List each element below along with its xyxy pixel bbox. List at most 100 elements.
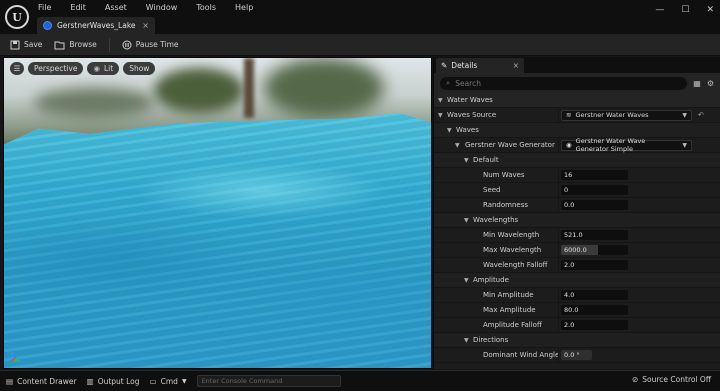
waves-source-dropdown[interactable]: ≋ Gerstner Water Waves ▼ — [561, 109, 692, 121]
pause-icon — [122, 40, 132, 49]
column-divider — [558, 198, 559, 213]
collapse-arrow-icon[interactable]: ▼ — [438, 97, 443, 104]
property-label: Wavelength Falloff — [483, 261, 548, 269]
randomness-input[interactable]: 0.0 — [561, 200, 628, 210]
browse-button[interactable]: Browse — [54, 40, 97, 50]
perspective-button[interactable]: Perspective — [28, 62, 84, 75]
seed-input[interactable]: 0 — [561, 185, 628, 195]
close-tab-icon[interactable]: × — [142, 21, 155, 30]
unreal-logo-icon[interactable]: U — [5, 5, 29, 29]
collapse-arrow-icon[interactable]: ▼ — [455, 142, 460, 149]
menu-edit[interactable]: Edit — [70, 2, 92, 14]
column-divider — [558, 138, 559, 153]
close-details-icon[interactable]: × — [513, 61, 519, 70]
wave-generator-dropdown[interactable]: ◉ Gerstner Water Wave Generator Simple ▼ — [561, 137, 692, 153]
property-row: Dominant Wind Angle 0.0 ° — [434, 348, 720, 363]
level-viewport[interactable]: ☰ Perspective ◉ Lit Show — [3, 57, 432, 369]
title-bar: U File Edit Asset Window Tools Help Gers… — [0, 0, 720, 34]
source-control-button[interactable]: ⊘ Source Control Off — [632, 375, 711, 384]
category-waves[interactable]: ▼ Waves — [434, 123, 720, 138]
menu-asset[interactable]: Asset — [105, 2, 133, 14]
menu-tools[interactable]: Tools — [196, 2, 222, 14]
level-icon — [43, 21, 52, 30]
minimize-icon[interactable]: — — [655, 5, 664, 15]
category-label: Water Waves — [447, 96, 493, 104]
folder-icon — [54, 41, 65, 49]
column-divider — [558, 183, 559, 198]
details-tab[interactable]: ✎ Details × — [436, 58, 524, 73]
save-button[interactable]: Save — [10, 40, 42, 50]
collapse-arrow-icon[interactable]: ▼ — [438, 112, 443, 119]
max-wavelength-slider[interactable]: 6000.0 — [561, 245, 628, 255]
property-row: Wavelength Falloff 2.0 — [434, 258, 720, 273]
reset-to-default-icon[interactable]: ↶ — [698, 111, 704, 119]
property-label: Num Waves — [483, 171, 525, 179]
collapse-arrow-icon[interactable]: ▼ — [464, 157, 469, 164]
console-command-input[interactable]: Enter Console Command — [196, 375, 341, 387]
column-divider — [558, 243, 559, 258]
wavelength-falloff-input[interactable]: 2.0 — [561, 260, 628, 270]
column-divider — [558, 348, 559, 363]
property-row: Seed 0 — [434, 183, 720, 198]
min-amplitude-input[interactable]: 4.0 — [561, 290, 628, 300]
cmd-dropdown[interactable]: ▭ Cmd ▼ — [150, 377, 187, 386]
collapse-arrow-icon[interactable]: ▼ — [447, 127, 452, 134]
category-directions[interactable]: ▼ Directions — [434, 333, 720, 348]
settings-icon[interactable]: ⚙ — [707, 79, 714, 88]
category-label: Wavelengths — [473, 216, 519, 224]
show-button[interactable]: Show — [123, 62, 156, 75]
generator-icon: ◉ — [566, 141, 572, 149]
pause-time-button[interactable]: Pause Time — [122, 40, 179, 50]
property-row: Max Amplitude 80.0 — [434, 303, 720, 318]
property-row: Min Amplitude 4.0 — [434, 288, 720, 303]
console-placeholder: Enter Console Command — [201, 377, 283, 385]
category-water-waves[interactable]: ▼ Water Waves — [434, 93, 720, 108]
details-panel: ✎ Details × ⌕ Search ▦ ⚙ ▼ Water Waves ▼… — [433, 57, 720, 369]
property-label: Dominant Wind Angle — [483, 351, 560, 359]
content-drawer-label: Content Drawer — [17, 376, 77, 386]
content-drawer-icon: ▤ — [6, 376, 14, 386]
level-tab-title: GerstnerWaves_Lake — [57, 21, 136, 30]
search-icon: ⌕ — [446, 78, 451, 87]
dropdown-value: Gerstner Water Waves — [575, 111, 649, 119]
property-matrix-icon[interactable]: ▦ — [693, 79, 701, 88]
property-label: Seed — [483, 186, 501, 194]
property-row: Min Wavelength 521.0 — [434, 228, 720, 243]
num-waves-input[interactable]: 16 — [561, 170, 628, 180]
menu-window[interactable]: Window — [146, 2, 184, 14]
category-amplitude[interactable]: ▼ Amplitude — [434, 273, 720, 288]
axis-gizmo-icon — [11, 352, 20, 362]
category-default[interactable]: ▼ Default — [434, 153, 720, 168]
search-placeholder: Search — [455, 78, 481, 88]
chevron-down-icon: ▼ — [682, 141, 687, 149]
wind-angle-slider[interactable]: 0.0 ° — [561, 350, 592, 360]
property-label: Max Amplitude — [483, 306, 536, 314]
close-window-icon[interactable]: ✕ — [706, 5, 714, 15]
viewport-menu-button[interactable]: ☰ — [10, 62, 24, 75]
menu-file[interactable]: File — [38, 2, 57, 14]
toolbar-divider — [108, 37, 110, 52]
content-drawer-button[interactable]: ▤ Content Drawer — [6, 377, 77, 386]
column-divider — [558, 318, 559, 333]
menu-help[interactable]: Help — [235, 2, 259, 14]
collapse-arrow-icon[interactable]: ▼ — [464, 337, 469, 344]
level-tab[interactable]: GerstnerWaves_Lake × — [37, 17, 155, 34]
save-icon — [10, 40, 20, 49]
lit-icon: ◉ — [93, 64, 100, 73]
maximize-icon[interactable]: ☐ — [681, 5, 689, 15]
cmd-label: Cmd — [160, 376, 178, 386]
min-wavelength-input[interactable]: 521.0 — [561, 230, 628, 240]
lit-button[interactable]: ◉ Lit — [87, 62, 120, 75]
details-search-input[interactable]: ⌕ Search — [440, 76, 688, 90]
amplitude-falloff-input[interactable]: 2.0 — [561, 320, 628, 330]
perspective-label: Perspective — [34, 64, 78, 73]
property-row: ▼ Gerstner Wave Generator ◉ Gerstner Wat… — [434, 137, 720, 153]
collapse-arrow-icon[interactable]: ▼ — [464, 277, 469, 284]
output-log-button[interactable]: ▥ Output Log — [87, 377, 140, 386]
category-wavelengths[interactable]: ▼ Wavelengths — [434, 213, 720, 228]
pencil-icon: ✎ — [441, 61, 448, 70]
column-divider — [558, 258, 559, 273]
collapse-arrow-icon[interactable]: ▼ — [464, 217, 469, 224]
max-amplitude-input[interactable]: 80.0 — [561, 305, 628, 315]
category-label: Default — [473, 156, 499, 164]
